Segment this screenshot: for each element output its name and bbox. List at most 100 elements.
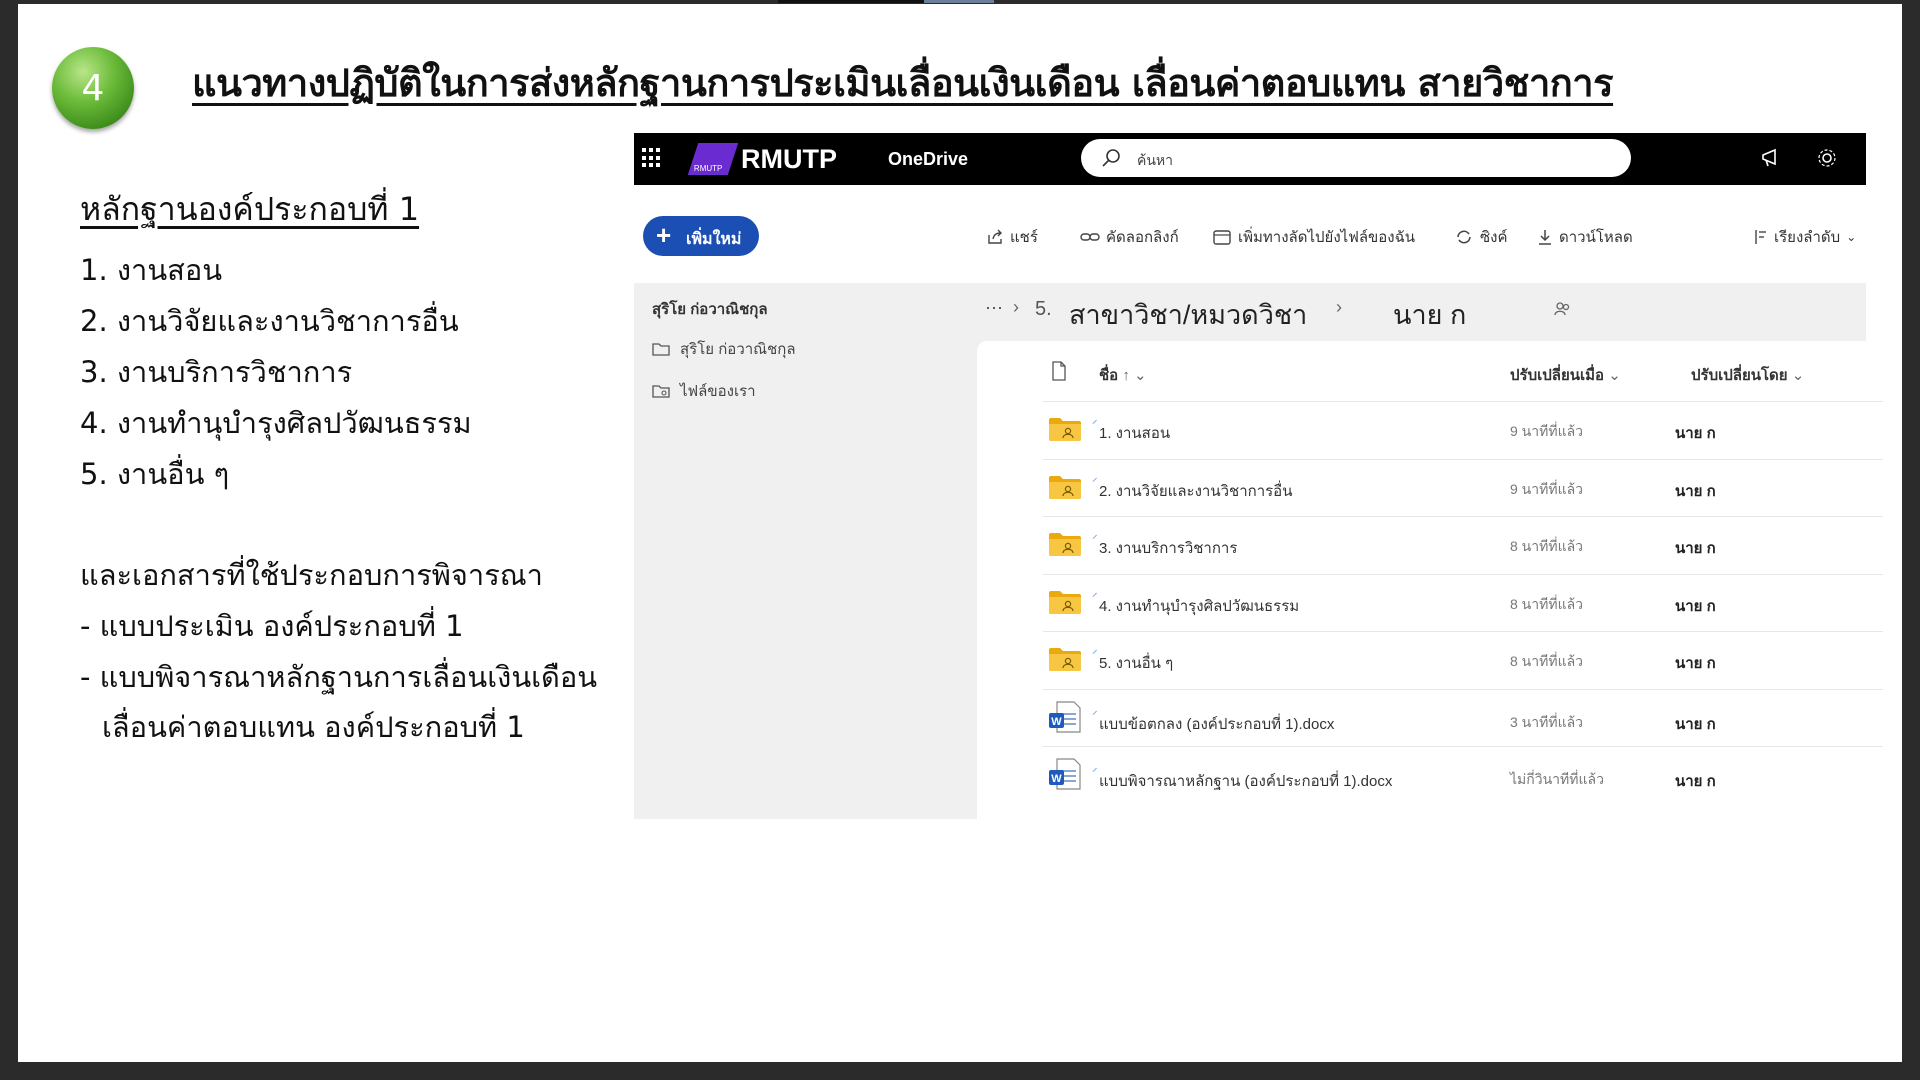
rmutp-logo: RMUTP: [687, 143, 739, 175]
file-modified-by: นาย ก: [1675, 425, 1716, 442]
sort-command[interactable]: เรียงลำดับ ⌄: [1752, 225, 1856, 249]
sync-command[interactable]: ซิงค์: [1454, 225, 1508, 249]
new-item-sparkle-icon: ⸝: [1092, 762, 1098, 774]
file-row[interactable]: ⸝ 4. งานทำนุบำรุงศิลปวัฒนธรรม 8 นาทีที่แล้…: [1043, 574, 1883, 632]
add-shortcut-icon: [1213, 230, 1231, 245]
document-item: เลื่อนค่าตอบแทน องค์ประกอบที่ 1: [102, 710, 525, 744]
document-item: - แบบพิจารณาหลักฐานการเลื่อนเงินเดือน: [80, 660, 598, 694]
documents-heading: และเอกสารที่ใช้ประกอบการพิจารณา: [80, 558, 543, 592]
svg-text:W: W: [1051, 773, 1062, 785]
file-modified: 8 นาทีที่แล้ว: [1510, 596, 1584, 612]
download-command[interactable]: ดาวน์โหลด: [1537, 225, 1633, 249]
chevron-right-icon: ›: [1336, 297, 1342, 317]
search-box[interactable]: ค้นหา: [1081, 139, 1631, 177]
file-name[interactable]: 3. งานบริการวิชาการ: [1099, 536, 1237, 560]
file-name[interactable]: 1. งานสอน: [1099, 421, 1170, 445]
svg-text:W: W: [1051, 716, 1062, 728]
search-input[interactable]: ค้นหา: [1137, 150, 1173, 172]
shared-folder-icon: [1048, 474, 1082, 505]
new-item-sparkle-icon: ⸝: [1092, 472, 1098, 484]
folder-outline-icon: [652, 343, 670, 356]
column-modified-by-header[interactable]: ปรับเปลี่ยนโดย ⌄: [1691, 363, 1804, 387]
sort-label: เรียงลำดับ: [1774, 229, 1841, 246]
evidence-item: 5. งานอื่น ๆ: [80, 457, 230, 491]
file-modified: 9 นาทีที่แล้ว: [1510, 423, 1584, 439]
file-row[interactable]: ⸝ 3. งานบริการวิชาการ 8 นาทีที่แล้ว นาย ก: [1043, 516, 1883, 574]
file-row[interactable]: W ⸝ แบบพิจารณาหลักฐาน (องค์ประกอบที่ 1).do…: [1043, 746, 1883, 804]
link-icon: [1080, 233, 1100, 241]
file-row[interactable]: W ⸝ แบบข้อตกลง (องค์ประกอบที่ 1).docx 3 นาท…: [1043, 689, 1883, 747]
settings-icon[interactable]: [1816, 147, 1838, 169]
file-modified-by: นาย ก: [1675, 773, 1716, 790]
file-modified-by: นาย ก: [1675, 716, 1716, 733]
file-name[interactable]: 5. งานอื่น ๆ: [1099, 651, 1173, 675]
breadcrumb: ··· › 5. สาขาวิชา/หมวดวิชา › นาย ก: [977, 283, 1866, 341]
breadcrumb-current: นาย ก: [1393, 300, 1467, 330]
breadcrumb-number: 5.: [1035, 298, 1052, 320]
file-modified: ไม่กี่วินาทีที่แล้ว: [1510, 771, 1604, 787]
evidence-item: 3. งานบริการวิชาการ: [80, 355, 353, 389]
evidence-item: 2. งานวิจัยและงานวิชาการอื่น: [80, 304, 459, 338]
breadcrumb-overflow[interactable]: ···: [985, 297, 1003, 318]
chevron-right-icon: ›: [1013, 297, 1019, 317]
search-icon: [1102, 149, 1120, 167]
new-button[interactable]: + เพิ่มใหม่: [643, 216, 759, 256]
list-header: ชื่อ ↑ ⌄ ปรับเปลี่ยนเมื่อ ⌄ ปรับเปลี่ยนโ…: [977, 341, 1866, 401]
copy-link-label: คัดลอกลิงก์: [1106, 229, 1179, 246]
file-modified-by: นาย ก: [1675, 483, 1716, 500]
add-shortcut-command[interactable]: เพิ่มทางลัดไปยังไฟล์ของฉัน: [1212, 225, 1415, 249]
evidence-item: 1. งานสอน: [80, 253, 223, 287]
file-row[interactable]: ⸝ 5. งานอื่น ๆ 8 นาทีที่แล้ว นาย ก: [1043, 631, 1883, 689]
breadcrumb-folder[interactable]: สาขาวิชา/หมวดวิชา: [1069, 293, 1307, 336]
app-launcher-icon[interactable]: [642, 148, 662, 168]
download-label: ดาวน์โหลด: [1559, 229, 1633, 246]
file-row[interactable]: ⸝ 2. งานวิจัยและงานวิชาการอื่น 9 นาทีที่แล…: [1043, 459, 1883, 517]
file-list: ชื่อ ↑ ⌄ ปรับเปลี่ยนเมื่อ ⌄ ปรับเปลี่ยนโ…: [977, 341, 1883, 819]
file-name[interactable]: แบบพิจารณาหลักฐาน (องค์ประกอบที่ 1).docx: [1099, 769, 1392, 793]
shared-folder-icon: [652, 385, 670, 398]
onedrive-top-bar: RMUTP RMUTP OneDrive ค้นหา: [634, 133, 1866, 185]
brand-name: RMUTP: [741, 144, 837, 174]
sync-icon: [1457, 230, 1471, 244]
people-icon[interactable]: [1553, 300, 1573, 318]
file-modified-by: นาย ก: [1675, 540, 1716, 557]
word-file-icon: W: [1048, 700, 1082, 739]
shared-folder-icon: [1048, 646, 1082, 677]
add-shortcut-label: เพิ่มทางลัดไปยังไฟล์ของฉัน: [1238, 229, 1416, 246]
file-name[interactable]: แบบข้อตกลง (องค์ประกอบที่ 1).docx: [1099, 712, 1334, 736]
shared-folder-icon: [1048, 531, 1082, 562]
new-item-sparkle-icon: ⸝: [1092, 414, 1098, 426]
share-command[interactable]: แชร์: [986, 225, 1038, 249]
slide-title: แนวทางปฏิบัติในการส่งหลักฐานการประเมินเล…: [192, 60, 1614, 105]
sidebar-item-owner-folder[interactable]: สุริโย ก่อวาณิชกุล: [652, 337, 796, 361]
sidebar: สุริโย ก่อวาณิชกุล สุริโย ก่อวาณิชกุล ไฟ…: [634, 283, 977, 819]
new-button-label: เพิ่มใหม่: [686, 231, 742, 248]
evidence-heading: หลักฐานองค์ประกอบที่ 1: [80, 190, 420, 228]
onedrive-window: RMUTP RMUTP OneDrive ค้นหา + เพิ่มใหม่ แ…: [634, 133, 1883, 819]
presentation-slide: 4 แนวทางปฏิบัติในการส่งหลักฐานการประเมิน…: [18, 4, 1902, 1062]
column-name-header[interactable]: ชื่อ ↑ ⌄: [1099, 363, 1147, 387]
column-modified-header[interactable]: ปรับเปลี่ยนเมื่อ ⌄: [1510, 363, 1621, 387]
new-item-sparkle-icon: ⸝: [1092, 587, 1098, 599]
evidence-item: 4. งานทำนุบำรุงศิลปวัฒนธรรม: [80, 406, 472, 440]
megaphone-icon[interactable]: [1760, 147, 1782, 169]
document-item: - แบบประเมิน องค์ประกอบที่ 1: [80, 609, 464, 643]
sidebar-item-our-files[interactable]: ไฟล์ของเรา: [652, 379, 756, 403]
share-label: แชร์: [1010, 229, 1038, 246]
top-strip-segment-active: [924, 0, 994, 3]
sort-icon: [1755, 230, 1766, 244]
document-type-icon: [1052, 361, 1066, 381]
app-name[interactable]: OneDrive: [888, 149, 968, 170]
file-modified-by: นาย ก: [1675, 598, 1716, 615]
new-item-sparkle-icon: ⸝: [1092, 705, 1098, 717]
new-item-sparkle-icon: ⸝: [1092, 644, 1098, 656]
file-row[interactable]: ⸝ 1. งานสอน 9 นาทีที่แล้ว นาย ก: [1043, 401, 1883, 459]
new-item-sparkle-icon: ⸝: [1092, 529, 1098, 541]
shared-folder-icon: [1048, 416, 1082, 447]
share-icon: [988, 229, 1002, 244]
plus-icon: +: [656, 220, 672, 250]
file-name[interactable]: 4. งานทำนุบำรุงศิลปวัฒนธรรม: [1099, 594, 1299, 618]
copy-link-command[interactable]: คัดลอกลิงก์: [1080, 225, 1179, 249]
file-name[interactable]: 2. งานวิจัยและงานวิชาการอื่น: [1099, 479, 1292, 503]
sidebar-item-label: ไฟล์ของเรา: [680, 383, 756, 400]
